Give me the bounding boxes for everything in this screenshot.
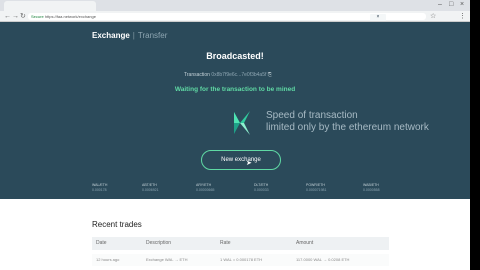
speed-line-1: Speed of transaction xyxy=(266,110,358,121)
rate-value: 0.00000665 xyxy=(196,188,215,192)
rate-ticker-item: ARY/ETH 0.00000665 xyxy=(196,183,215,193)
tab-transfer[interactable]: Transfer xyxy=(138,31,168,40)
status-title: Broadcasted! xyxy=(206,51,264,61)
trades-table-header: Date Description Rate Amount xyxy=(92,237,389,250)
tab-exchange[interactable]: Exchange xyxy=(92,31,130,40)
exchange-panel: × Exchange | Transfer Broadcasted! Transac… xyxy=(0,14,470,199)
column-header: Description xyxy=(146,240,172,246)
waiting-message: Waiting for the transaction to be mined xyxy=(174,86,296,93)
rate-value: 0.0006921 xyxy=(142,188,159,192)
close-window-icon[interactable]: × xyxy=(460,1,464,9)
rate-pair-label: WAB/ETH xyxy=(363,183,379,187)
column-header: Amount xyxy=(296,240,314,246)
reload-icon[interactable]: ↻ xyxy=(20,12,26,21)
mode-tabs: Exchange | Transfer xyxy=(92,31,167,40)
rate-value: 0.000071981 xyxy=(306,188,327,192)
speed-line-2: limited only by the ethereum network xyxy=(266,122,429,133)
rate-ticker-item: DLT/ETH 0.000033 xyxy=(254,183,269,193)
back-icon[interactable]: ← xyxy=(4,12,11,21)
maximize-icon[interactable]: □ xyxy=(449,1,453,9)
browser-window: – □ × ← → ↻ Secure https://faa.network/e… xyxy=(0,0,470,270)
column-header: Rate xyxy=(220,240,231,246)
table-cell-rate: 1 WAL = 0.000178 ETH xyxy=(220,257,263,262)
table-cell-date: 12 hours ago xyxy=(96,257,120,262)
rate-value: 0.0000558 xyxy=(363,188,380,192)
rate-pair-label: ABT/ETH xyxy=(142,183,157,187)
table-cell-amount: 117.0000 WAL → 0.0208 ETH xyxy=(296,257,350,262)
minimize-icon[interactable]: – xyxy=(438,1,442,9)
rate-pair-label: DLT/ETH xyxy=(254,183,269,187)
url-input[interactable]: Secure https://faa.network/exchange xyxy=(28,13,426,20)
url-text: https://faa.network/exchange xyxy=(44,14,96,19)
tab-separator: | xyxy=(132,31,135,40)
secure-label: Secure xyxy=(31,14,44,19)
copy-icon[interactable]: ⎘ xyxy=(268,72,272,78)
address-bar-row: ← → ↻ Secure https://faa.network/exchang… xyxy=(0,11,470,22)
rate-ticker-item: ABT/ETH 0.0006921 xyxy=(142,183,159,193)
kyber-logo-icon xyxy=(234,111,250,135)
bookmark-star-icon[interactable]: ☆ xyxy=(430,12,436,21)
rate-ticker-item: POWR/ETH 0.000071981 xyxy=(306,183,326,193)
transaction-hash[interactable]: 0x8b7f9e6c...7e0f3b4a5f xyxy=(211,72,266,78)
recent-trades-title: Recent trades xyxy=(92,220,142,229)
transaction-line: Transaction 0x8b7f9e6c...7e0f3b4a5f ⎘ xyxy=(184,72,272,78)
forward-icon[interactable]: → xyxy=(12,12,19,21)
mouse-cursor-icon: ➤ xyxy=(246,160,252,167)
new-exchange-button[interactable]: New exchange xyxy=(201,150,281,170)
speed-text: Speed of transaction limited only by the… xyxy=(266,110,429,134)
transaction-label: Transaction xyxy=(184,72,210,78)
screen: – □ × ← → ↻ Secure https://faa.network/e… xyxy=(0,0,480,270)
browser-menu-icon[interactable]: ⋮ xyxy=(459,12,466,21)
table-row: 12 hours ago Exchange WAL → ETH 1 WAL = 0.… xyxy=(92,254,389,266)
rate-ticker-item: WAL/ETH 0.000178 xyxy=(92,183,107,193)
rate-ticker-item: WAB/ETH 0.0000558 xyxy=(363,183,380,193)
table-cell-description: Exchange WAL → ETH xyxy=(146,257,188,262)
rate-pair-label: POWR/ETH xyxy=(306,183,325,187)
rate-value: 0.000033 xyxy=(254,188,269,192)
rate-pair-label: WAL/ETH xyxy=(92,183,108,187)
rate-value: 0.000178 xyxy=(92,188,107,192)
close-button[interactable]: × xyxy=(370,14,386,21)
rate-pair-label: ARY/ETH xyxy=(196,183,212,187)
rate-ticker: WAL/ETH 0.000178 ABT/ETH 0.0006921 ARY/ETH 0.… xyxy=(92,183,392,197)
browser-tab-bar: – □ × xyxy=(0,0,470,11)
column-header: Date xyxy=(96,240,107,246)
browser-tab[interactable] xyxy=(4,1,96,11)
